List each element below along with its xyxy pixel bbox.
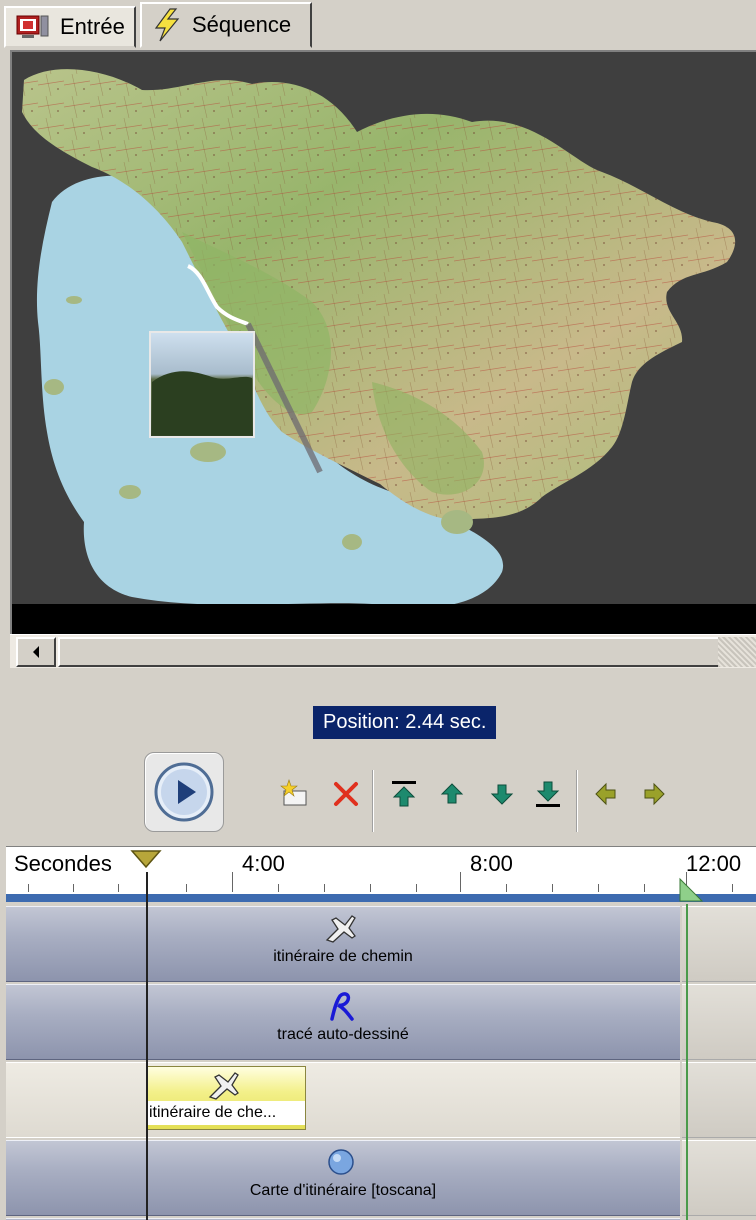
ruler-tick	[232, 872, 233, 892]
ruler-tick	[598, 884, 599, 892]
ruler-tick	[552, 884, 553, 892]
plane-icon	[208, 1072, 239, 1100]
toolbar-separator	[372, 770, 374, 832]
move-left-button[interactable]	[590, 778, 622, 810]
ruler-tick	[28, 884, 29, 892]
ruler-tick	[644, 884, 645, 892]
ruler-tick-label: 4:00	[242, 851, 285, 876]
scroll-left-button[interactable]	[16, 637, 56, 667]
delete-icon	[334, 782, 358, 806]
ruler-tick	[416, 884, 417, 892]
arrow-left-icon	[595, 782, 616, 806]
move-right-button[interactable]	[638, 778, 670, 810]
arrow-right-icon	[644, 782, 665, 806]
lightning-icon	[152, 8, 182, 42]
track-trace-auto-dessine[interactable]: tracé auto-dessiné	[6, 984, 756, 1060]
add-clip-icon	[280, 779, 307, 806]
tab-label: Séquence	[192, 12, 292, 37]
ruler-tick	[370, 884, 371, 892]
ruler-tick	[732, 884, 733, 892]
arrow-left-small-icon	[33, 646, 39, 658]
move-down-icon	[490, 784, 514, 805]
add-clip-button[interactable]	[280, 778, 312, 810]
ruler-unit-label: Secondes	[14, 851, 112, 876]
move-top-icon	[392, 781, 416, 807]
track-empty-area	[682, 984, 756, 1060]
scroll-thumb[interactable]	[58, 637, 726, 667]
play-icon	[154, 762, 214, 822]
move-down-button[interactable]	[486, 778, 518, 810]
end-marker-icon[interactable]	[678, 877, 704, 903]
ruler-tick	[506, 884, 507, 892]
timeline-tracks: itinéraire de chemin tracé auto-dessiné …	[6, 904, 756, 1220]
move-top-button[interactable]	[388, 778, 420, 810]
track-empty-area	[682, 906, 756, 982]
track-label: tracé auto-dessiné	[277, 1026, 409, 1043]
ruler-tick-label: 12:00	[686, 851, 742, 876]
timeline-range-bar	[6, 894, 756, 902]
track-itineraire-chemin[interactable]: itinéraire de chemin	[6, 906, 756, 982]
ruler-tick-label: 8:00	[470, 851, 513, 876]
move-bottom-button[interactable]	[532, 778, 564, 810]
track-carte-itineraire[interactable]: Carte d'itinéraire [toscana]	[6, 1140, 756, 1216]
track-clip-row[interactable]: itinéraire de che...	[6, 1062, 756, 1138]
timeline-ruler[interactable]: Secondes 4:00 8:00 12:00	[6, 846, 756, 902]
move-bottom-icon	[536, 781, 560, 807]
selected-clip[interactable]: itinéraire de che...	[146, 1066, 306, 1130]
clip-label: itinéraire de che...	[147, 1101, 305, 1125]
ruler-tick	[324, 884, 325, 892]
ruler-tick	[118, 884, 119, 892]
tab-entree[interactable]: Entrée	[4, 6, 136, 48]
playhead-line[interactable]	[146, 872, 148, 1220]
ruler-tick	[278, 884, 279, 892]
move-up-button[interactable]	[436, 778, 468, 810]
plane-icon	[325, 915, 356, 943]
track-empty-area	[682, 1062, 756, 1138]
resize-grip[interactable]	[718, 637, 756, 667]
tab-bar: Entrée Séquence	[0, 0, 756, 50]
track-bar[interactable]	[6, 1062, 680, 1138]
track-label: itinéraire de chemin	[273, 948, 413, 965]
track-label: Carte d'itinéraire [toscana]	[249, 1182, 437, 1199]
globe-icon	[328, 1149, 354, 1175]
ruler-tick	[73, 884, 74, 892]
toolbar-separator	[576, 770, 578, 832]
tab-sequence[interactable]: Séquence	[140, 2, 312, 48]
track-empty-area	[682, 1140, 756, 1216]
play-button[interactable]	[144, 752, 224, 832]
delete-button[interactable]	[330, 778, 362, 810]
tuscany-map-image	[12, 69, 756, 664]
path-drawing-icon	[330, 992, 354, 1021]
ruler-tick	[186, 884, 187, 892]
sequence-end-line	[686, 904, 688, 1220]
tab-label: Entrée	[60, 14, 125, 39]
monitor-icon	[16, 14, 50, 40]
ruler-tick	[460, 872, 461, 892]
position-readout: Position: 2.44 sec.	[313, 706, 497, 739]
playhead-marker-icon[interactable]	[130, 849, 162, 869]
move-up-icon	[440, 783, 464, 804]
horizontal-scrollbar[interactable]	[10, 634, 756, 668]
map-preview[interactable]	[10, 50, 756, 664]
